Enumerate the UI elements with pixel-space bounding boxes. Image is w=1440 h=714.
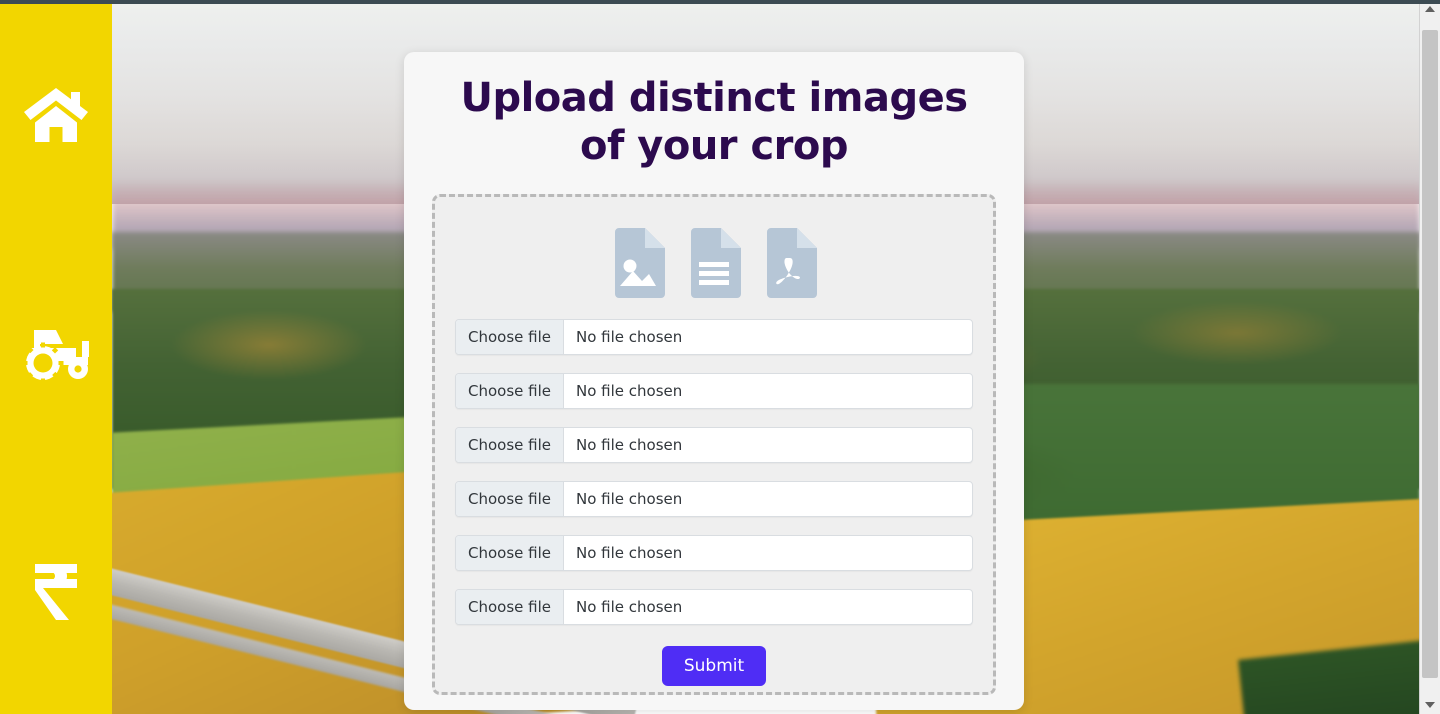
file-input-row[interactable]: Choose file No file chosen [455, 427, 973, 463]
file-input-row[interactable]: Choose file No file chosen [455, 589, 973, 625]
vertical-scrollbar[interactable] [1419, 0, 1440, 714]
file-status-label: No file chosen [576, 598, 683, 616]
rupee-icon [29, 562, 83, 622]
choose-file-button[interactable]: Choose file [456, 482, 564, 516]
window-top-strip [0, 0, 1440, 4]
sidebar-item-tractor[interactable] [0, 324, 112, 382]
filetype-icon-group [455, 219, 973, 307]
sidebar [0, 4, 112, 714]
scroll-down-arrow-icon[interactable] [1420, 696, 1440, 714]
file-input-row[interactable]: Choose file No file chosen [455, 481, 973, 517]
file-input-row[interactable]: Choose file No file chosen [455, 535, 973, 571]
scrollbar-thumb[interactable] [1422, 30, 1438, 678]
file-status-label: No file chosen [576, 490, 683, 508]
sidebar-item-rupee[interactable] [0, 562, 112, 622]
choose-file-button[interactable]: Choose file [456, 374, 564, 408]
choose-file-button[interactable]: Choose file [456, 428, 564, 462]
submit-row: Submit [455, 646, 973, 686]
tractor-icon [20, 324, 92, 382]
sidebar-item-home[interactable] [0, 86, 112, 144]
file-status-label: No file chosen [576, 328, 683, 346]
choose-file-button[interactable]: Choose file [456, 590, 564, 624]
file-input-row[interactable]: Choose file No file chosen [455, 319, 973, 355]
home-icon [22, 86, 90, 144]
upload-card: Upload distinct images of your crop Choo… [404, 52, 1024, 710]
file-status-label: No file chosen [576, 382, 683, 400]
file-status-label: No file chosen [576, 436, 683, 454]
file-input-list: Choose file No file chosen Choose file N… [455, 319, 973, 625]
submit-button[interactable]: Submit [661, 646, 767, 686]
file-input-row[interactable]: Choose file No file chosen [455, 373, 973, 409]
choose-file-button[interactable]: Choose file [456, 536, 564, 570]
upload-dropzone[interactable]: Choose file No file chosen Choose file N… [432, 194, 996, 695]
scrollbar-track[interactable] [1420, 18, 1440, 696]
page-title: Upload distinct images of your crop [460, 75, 968, 169]
document-file-icon [687, 228, 741, 298]
choose-file-button[interactable]: Choose file [456, 320, 564, 354]
file-status-label: No file chosen [576, 544, 683, 562]
pdf-file-icon [763, 228, 817, 298]
image-file-icon [611, 228, 665, 298]
app-root: Upload distinct images of your crop Choo… [0, 0, 1440, 714]
